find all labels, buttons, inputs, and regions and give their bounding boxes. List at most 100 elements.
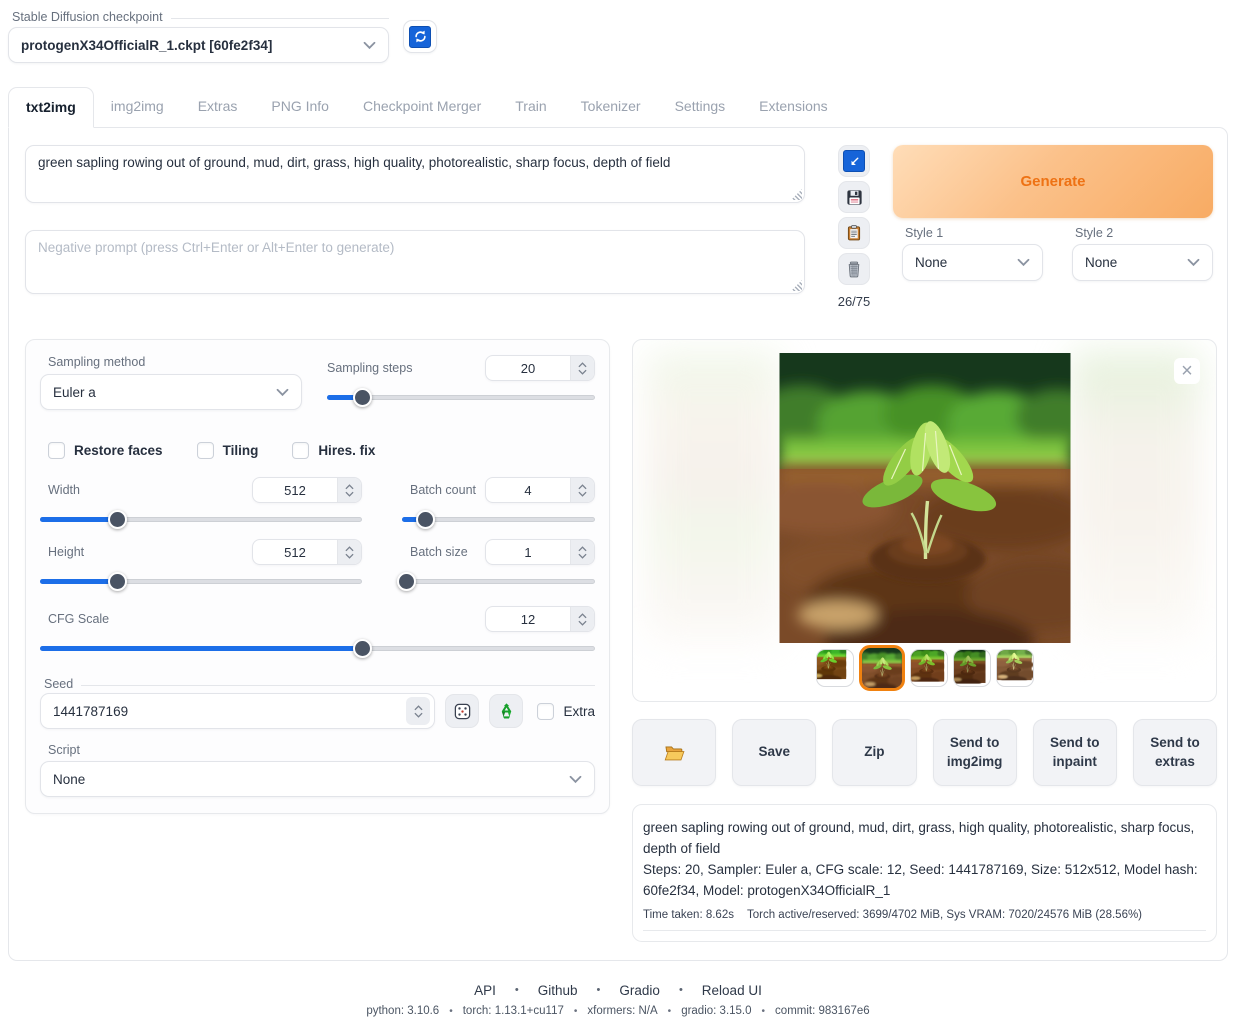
torch-version: torch: 1.13.1+cu117 — [439, 1005, 564, 1017]
open-output-folder-button[interactable] — [632, 719, 716, 786]
spinner-arrows-icon[interactable] — [570, 356, 594, 380]
gallery-blur-right — [1070, 352, 1200, 643]
info-prompt-text: green sapling rowing out of ground, mud,… — [643, 818, 1206, 860]
height-value: 512 — [253, 540, 337, 564]
xformers-version: xformers: N/A — [564, 1005, 658, 1017]
apply-style-button[interactable] — [838, 217, 870, 249]
batch-count-slider[interactable] — [402, 510, 595, 528]
slider-handle[interactable] — [108, 572, 127, 591]
sampling-method-value: Euler a — [53, 385, 96, 400]
extra-seed-checkbox[interactable]: Extra — [537, 703, 595, 720]
sampling-steps-slider[interactable] — [327, 388, 595, 406]
token-counter: 26/75 — [838, 294, 871, 309]
send-to-img2img-button[interactable]: Send to img2img — [933, 719, 1017, 786]
info-params-text: Steps: 20, Sampler: Euler a, CFG scale: … — [643, 860, 1206, 902]
tab-txt2img[interactable]: txt2img — [8, 87, 94, 128]
height-input[interactable]: 512 — [252, 539, 362, 565]
chevron-down-icon — [276, 388, 289, 397]
clipboard-icon — [845, 224, 863, 242]
output-buttons-row: Save Zip Send to img2img Send to inpaint… — [632, 719, 1217, 786]
batch-size-input[interactable]: 1 — [485, 539, 595, 565]
slider-handle[interactable] — [353, 388, 372, 407]
negative-prompt-input[interactable] — [25, 230, 805, 294]
footer-link-api[interactable]: API — [474, 983, 496, 998]
checkpoint-header: Stable Diffusion checkpoint protogenX34O… — [8, 10, 1228, 63]
seed-input[interactable]: 1441787169 — [40, 693, 435, 729]
stable-diffusion-webui: Stable Diffusion checkpoint protogenX34O… — [0, 0, 1236, 1025]
slider-handle[interactable] — [353, 639, 372, 658]
spinner-arrows-icon[interactable] — [337, 540, 361, 564]
checkbox-box[interactable] — [292, 442, 309, 459]
spinner-arrows-icon[interactable] — [337, 478, 361, 502]
clear-prompt-button[interactable] — [838, 253, 870, 285]
checkbox-box[interactable] — [48, 442, 65, 459]
prompt-input[interactable]: green sapling rowing out of ground, mud,… — [25, 145, 805, 203]
slider-handle[interactable] — [108, 510, 127, 529]
zip-button[interactable]: Zip — [832, 719, 916, 786]
tab-checkpoint-merger[interactable]: Checkpoint Merger — [346, 87, 498, 127]
slider-handle[interactable] — [397, 572, 416, 591]
main-tabbar: txt2img img2img Extras PNG Info Checkpoi… — [8, 87, 1228, 127]
save-style-button[interactable] — [838, 181, 870, 213]
slider-handle[interactable] — [416, 510, 435, 529]
bullet-separator: • — [597, 984, 601, 996]
generate-button[interactable]: Generate — [893, 145, 1213, 218]
batch-count-value: 4 — [486, 478, 570, 502]
paste-generation-params-button[interactable] — [838, 145, 870, 177]
reuse-seed-button[interactable] — [489, 694, 523, 728]
height-slider[interactable] — [40, 572, 362, 590]
footer-link-reload-ui[interactable]: Reload UI — [702, 983, 762, 998]
refresh-checkpoints-button[interactable] — [403, 20, 437, 53]
footer-link-gradio[interactable]: Gradio — [619, 983, 660, 998]
gallery-thumbnail[interactable] — [816, 649, 854, 687]
folder-icon — [663, 742, 685, 764]
tab-png-info[interactable]: PNG Info — [254, 87, 346, 127]
batch-count-input[interactable]: 4 — [485, 477, 595, 503]
gallery-thumbnail[interactable] — [910, 649, 948, 687]
batch-size-slider[interactable] — [402, 572, 595, 590]
style1-dropdown[interactable]: None — [902, 244, 1043, 281]
spinner-arrows-icon[interactable] — [570, 607, 594, 631]
cfg-scale-value: 12 — [486, 607, 570, 631]
width-input[interactable]: 512 — [252, 477, 362, 503]
seed-label: Seed — [40, 677, 595, 691]
tab-extras[interactable]: Extras — [181, 87, 255, 127]
send-to-extras-button[interactable]: Send to extras — [1133, 719, 1217, 786]
spinner-arrows-icon[interactable] — [406, 697, 430, 725]
checkpoint-label: Stable Diffusion checkpoint — [8, 10, 389, 24]
save-button[interactable]: Save — [732, 719, 816, 786]
sampling-method-dropdown[interactable]: Euler a — [40, 374, 302, 410]
spinner-arrows-icon[interactable] — [570, 540, 594, 564]
width-slider[interactable] — [40, 510, 362, 528]
script-dropdown[interactable]: None — [40, 761, 595, 797]
gallery-thumbnail-selected[interactable] — [859, 645, 905, 691]
sampling-steps-input[interactable]: 20 — [485, 355, 595, 381]
restore-faces-checkbox[interactable]: Restore faces — [48, 442, 163, 459]
generated-image[interactable] — [779, 353, 1070, 643]
random-seed-button[interactable] — [445, 694, 479, 728]
send-to-inpaint-button[interactable]: Send to inpaint — [1033, 719, 1117, 786]
gallery-thumbnail[interactable] — [996, 649, 1034, 687]
sampling-steps-value: 20 — [486, 356, 570, 380]
cfg-scale-input[interactable]: 12 — [485, 606, 595, 632]
style2-dropdown[interactable]: None — [1072, 244, 1213, 281]
gallery-thumbnails — [633, 645, 1216, 691]
close-gallery-icon[interactable]: × — [1174, 358, 1200, 384]
tab-train[interactable]: Train — [498, 87, 563, 127]
footer-link-github[interactable]: Github — [538, 983, 578, 998]
checkbox-box[interactable] — [537, 703, 554, 720]
batch-size-label: Batch size — [402, 545, 468, 559]
sampling-steps-label: Sampling steps — [327, 361, 412, 375]
tab-tokenizer[interactable]: Tokenizer — [564, 87, 658, 127]
checkpoint-dropdown[interactable]: protogenX34OfficialR_1.ckpt [60fe2f34] — [8, 27, 389, 63]
tab-settings[interactable]: Settings — [658, 87, 743, 127]
tab-extensions[interactable]: Extensions — [742, 87, 844, 127]
gallery-thumbnail[interactable] — [953, 649, 991, 687]
tab-img2img[interactable]: img2img — [94, 87, 181, 127]
checkbox-box[interactable] — [197, 442, 214, 459]
extra-seed-label: Extra — [563, 704, 595, 719]
spinner-arrows-icon[interactable] — [570, 478, 594, 502]
hires-fix-checkbox[interactable]: Hires. fix — [292, 442, 375, 459]
cfg-scale-slider[interactable] — [40, 639, 595, 657]
tiling-checkbox[interactable]: Tiling — [197, 442, 259, 459]
